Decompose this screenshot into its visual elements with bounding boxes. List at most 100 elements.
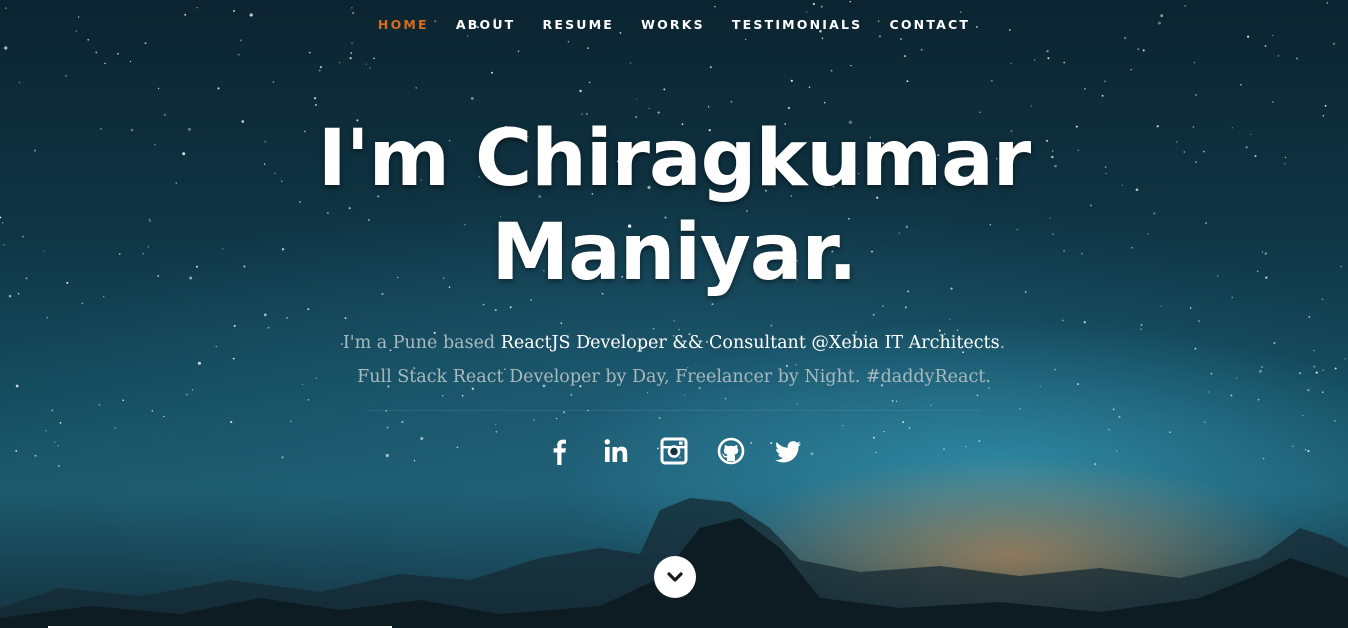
hero-headline: I'm Chiragkumar Maniyar. bbox=[0, 112, 1348, 300]
star bbox=[567, 40, 570, 43]
star bbox=[350, 52, 353, 54]
intro-prefix: I'm a Pune based bbox=[342, 333, 501, 353]
star bbox=[1193, 61, 1196, 64]
star bbox=[230, 421, 233, 424]
intro-line-1: I'm a Pune based ReactJS Developer && Co… bbox=[0, 326, 1348, 360]
star bbox=[663, 88, 666, 91]
star bbox=[65, 74, 67, 77]
nav-home[interactable]: HOME bbox=[378, 14, 429, 36]
star bbox=[902, 421, 905, 423]
star bbox=[314, 97, 317, 100]
star bbox=[1030, 105, 1032, 107]
star bbox=[87, 38, 90, 41]
star bbox=[318, 69, 321, 72]
scroll-down-button[interactable] bbox=[654, 556, 696, 598]
nav-testimonials[interactable]: TESTIMONIALS bbox=[732, 14, 862, 36]
star bbox=[533, 419, 535, 421]
intro-role-highlight: ReactJS Developer && Consultant @Xebia I… bbox=[500, 333, 1000, 353]
star bbox=[319, 66, 323, 69]
star bbox=[114, 427, 116, 429]
star bbox=[904, 306, 907, 309]
star bbox=[563, 411, 565, 414]
hero-section: HOME ABOUT RESUME WORKS TESTIMONIALS CON… bbox=[0, 0, 1348, 628]
star bbox=[237, 53, 240, 56]
nav-contact[interactable]: CONTACT bbox=[889, 14, 970, 36]
github-icon bbox=[717, 437, 745, 465]
star bbox=[1142, 49, 1145, 52]
star bbox=[495, 430, 498, 433]
star bbox=[369, 67, 372, 69]
star bbox=[949, 318, 951, 320]
social-links bbox=[0, 436, 1348, 466]
facebook-link[interactable] bbox=[545, 436, 575, 466]
star bbox=[1101, 94, 1104, 97]
headline-line-1: I'm Chiragkumar bbox=[317, 114, 1032, 204]
star bbox=[790, 79, 793, 82]
linkedin-link[interactable] bbox=[602, 436, 632, 466]
headline-line-2: Maniyar. bbox=[491, 208, 858, 298]
star bbox=[1197, 320, 1200, 323]
star bbox=[157, 87, 160, 90]
star bbox=[365, 63, 367, 65]
star bbox=[217, 87, 220, 90]
star bbox=[4, 46, 8, 50]
star bbox=[883, 430, 885, 433]
star bbox=[707, 106, 710, 108]
nav-about[interactable]: ABOUT bbox=[456, 14, 516, 36]
star bbox=[196, 7, 198, 9]
star bbox=[744, 38, 747, 41]
star bbox=[1046, 50, 1049, 53]
chevron-down-icon bbox=[667, 572, 683, 582]
nav-works[interactable]: WORKS bbox=[641, 14, 705, 36]
nav-resume[interactable]: RESUME bbox=[543, 14, 615, 36]
star bbox=[1334, 420, 1336, 422]
star bbox=[307, 308, 310, 311]
star bbox=[104, 62, 106, 65]
star bbox=[673, 320, 675, 322]
star bbox=[351, 7, 353, 9]
star bbox=[59, 422, 62, 424]
star bbox=[683, 394, 686, 397]
twitter-link[interactable] bbox=[773, 436, 803, 466]
star bbox=[46, 316, 49, 319]
instagram-link[interactable] bbox=[659, 436, 689, 466]
star bbox=[461, 394, 464, 397]
star bbox=[1010, 62, 1012, 65]
star bbox=[81, 302, 84, 305]
star bbox=[1084, 88, 1086, 90]
star bbox=[272, 81, 275, 83]
star bbox=[122, 399, 124, 401]
star bbox=[589, 81, 591, 84]
star bbox=[959, 11, 962, 14]
star bbox=[805, 11, 808, 13]
star bbox=[1104, 80, 1106, 82]
star bbox=[1047, 57, 1050, 60]
intro-suffix: . bbox=[999, 333, 1006, 353]
star bbox=[494, 423, 497, 426]
star bbox=[1130, 69, 1132, 71]
star bbox=[1083, 321, 1086, 324]
star bbox=[240, 39, 242, 42]
star bbox=[714, 5, 716, 8]
star bbox=[976, 394, 979, 397]
star bbox=[290, 420, 292, 423]
star bbox=[1308, 315, 1311, 318]
star bbox=[895, 400, 898, 402]
star bbox=[309, 51, 311, 54]
star bbox=[1324, 104, 1327, 107]
star bbox=[1160, 305, 1162, 307]
star bbox=[286, 317, 288, 319]
star bbox=[349, 57, 352, 60]
star bbox=[1277, 55, 1280, 57]
star bbox=[636, 98, 638, 100]
star bbox=[51, 409, 54, 412]
star bbox=[1302, 414, 1304, 417]
github-link[interactable] bbox=[716, 436, 746, 466]
star bbox=[1240, 83, 1242, 86]
star bbox=[579, 89, 582, 93]
star bbox=[849, 0, 852, 3]
star bbox=[908, 427, 911, 429]
star bbox=[812, 2, 815, 6]
star bbox=[1137, 48, 1140, 51]
star bbox=[920, 48, 923, 51]
